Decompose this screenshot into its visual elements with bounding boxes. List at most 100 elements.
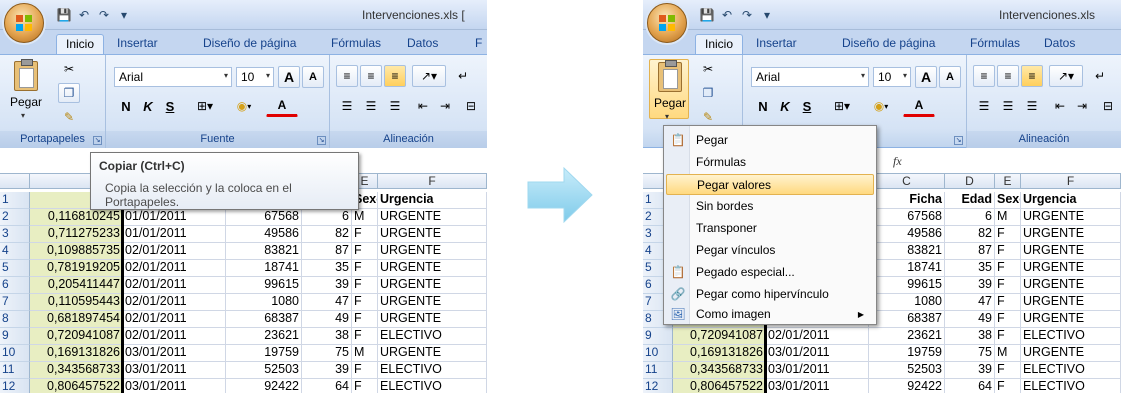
table-cell[interactable]: 18741: [226, 260, 302, 277]
table-cell[interactable]: Ficha: [869, 192, 945, 209]
paste-button[interactable]: Pegar ▾: [6, 59, 46, 120]
table-cell[interactable]: URGENTE: [378, 277, 487, 294]
office-button[interactable]: [647, 3, 687, 43]
table-cell[interactable]: URGENTE: [378, 345, 487, 362]
table-cell[interactable]: 75: [302, 345, 352, 362]
fx-icon[interactable]: fx: [893, 154, 902, 169]
table-cell[interactable]: 02/01/2011: [123, 277, 226, 294]
font-name-box[interactable]: Arial ▾: [751, 67, 869, 87]
redo-icon[interactable]: ↷: [739, 7, 755, 23]
align-right-button[interactable]: ☰: [384, 95, 406, 117]
table-cell[interactable]: M: [995, 209, 1021, 226]
row-header[interactable]: 9: [0, 328, 30, 345]
font-size-box[interactable]: 10 ▾: [236, 67, 274, 87]
table-cell[interactable]: 49586: [226, 226, 302, 243]
table-cell[interactable]: 39: [302, 362, 352, 379]
table-cell[interactable]: 01/01/2011: [123, 209, 226, 226]
align-center-button[interactable]: ☰: [997, 95, 1019, 117]
table-cell[interactable]: 38: [302, 328, 352, 345]
menu-item-transponer[interactable]: Transponer: [666, 218, 874, 239]
orientation-button[interactable]: ↗▾: [412, 65, 446, 87]
table-cell[interactable]: 52503: [226, 362, 302, 379]
table-cell[interactable]: URGENTE: [1021, 345, 1121, 362]
table-cell[interactable]: ELECTIVO: [1021, 362, 1121, 379]
table-cell[interactable]: F: [352, 328, 378, 345]
font-launcher[interactable]: ↘: [317, 136, 326, 145]
clipboard-launcher[interactable]: ↘: [93, 136, 102, 145]
table-cell[interactable]: F: [352, 362, 378, 379]
italic-button[interactable]: K: [775, 95, 795, 117]
table-cell[interactable]: 0,169131826: [673, 345, 766, 362]
table-cell[interactable]: URGENTE: [1021, 226, 1121, 243]
table-cell[interactable]: 82: [302, 226, 352, 243]
tab-inicio[interactable]: Inicio: [695, 34, 744, 54]
table-cell[interactable]: 03/01/2011: [123, 345, 226, 362]
table-cell[interactable]: 68387: [869, 311, 945, 328]
table-cell[interactable]: 35: [945, 260, 995, 277]
table-cell[interactable]: F: [995, 260, 1021, 277]
menu-item-formulas[interactable]: Fórmulas: [666, 152, 874, 173]
table-cell[interactable]: Urgencia: [1021, 192, 1121, 209]
table-cell[interactable]: 64: [302, 379, 352, 393]
table-cell[interactable]: 0,781919205: [30, 260, 123, 277]
table-cell[interactable]: 02/01/2011: [123, 243, 226, 260]
align-middle-button[interactable]: ≡: [360, 65, 382, 87]
format-painter-button[interactable]: ✎: [58, 107, 80, 127]
table-cell[interactable]: 03/01/2011: [123, 362, 226, 379]
table-cell[interactable]: 0,681897454: [30, 311, 123, 328]
tab-insertar[interactable]: Insertar: [747, 34, 806, 54]
row-header[interactable]: 6: [0, 277, 30, 294]
menu-item-como-imagen[interactable]: 🖼 Como imagen ▶: [666, 304, 874, 325]
table-cell[interactable]: 87: [945, 243, 995, 260]
align-top-button[interactable]: ≡: [336, 65, 358, 87]
fill-color-button[interactable]: ◉ ▾: [865, 95, 897, 117]
table-cell[interactable]: 35: [302, 260, 352, 277]
table-cell[interactable]: 67568: [226, 209, 302, 226]
column-header-D[interactable]: D: [945, 174, 995, 189]
table-cell[interactable]: 49: [302, 311, 352, 328]
table-cell[interactable]: 47: [302, 294, 352, 311]
table-cell[interactable]: F: [995, 311, 1021, 328]
row-header[interactable]: 3: [0, 226, 30, 243]
table-cell[interactable]: 1080: [869, 294, 945, 311]
table-cell[interactable]: M: [995, 345, 1021, 362]
shrink-font-button[interactable]: A: [939, 66, 961, 88]
table-cell[interactable]: URGENTE: [1021, 243, 1121, 260]
tab-diseno-pagina[interactable]: Diseño de página: [833, 34, 944, 54]
table-cell[interactable]: 18741: [869, 260, 945, 277]
table-cell[interactable]: M: [352, 209, 378, 226]
tab-insertar[interactable]: Insertar: [108, 34, 167, 54]
wrap-text-button[interactable]: ↵: [1089, 65, 1111, 87]
copy-button[interactable]: ❐: [697, 83, 719, 103]
align-center-button[interactable]: ☰: [360, 95, 382, 117]
increase-indent-button[interactable]: ⇥: [434, 95, 456, 117]
table-cell[interactable]: F: [995, 294, 1021, 311]
row-header[interactable]: 12: [643, 379, 673, 393]
table-cell[interactable]: 03/01/2011: [123, 379, 226, 393]
table-cell[interactable]: 03/01/2011: [766, 379, 869, 393]
table-cell[interactable]: 49: [945, 311, 995, 328]
tab-datos[interactable]: Datos: [1035, 34, 1084, 54]
table-cell[interactable]: ELECTIVO: [378, 362, 487, 379]
table-cell[interactable]: F: [995, 277, 1021, 294]
column-header-C[interactable]: C: [869, 174, 945, 189]
table-cell[interactable]: 23621: [869, 328, 945, 345]
table-cell[interactable]: 49586: [869, 226, 945, 243]
wrap-text-button[interactable]: ↵: [452, 65, 474, 87]
table-cell[interactable]: 82: [945, 226, 995, 243]
undo-icon[interactable]: ↶: [719, 7, 735, 23]
increase-indent-button[interactable]: ⇥: [1071, 95, 1093, 117]
table-cell[interactable]: 0,720941087: [673, 328, 766, 345]
table-cell[interactable]: 83821: [226, 243, 302, 260]
table-cell[interactable]: F: [352, 260, 378, 277]
table-cell[interactable]: 02/01/2011: [123, 311, 226, 328]
row-header[interactable]: 10: [643, 345, 673, 362]
table-cell[interactable]: 0,806457522: [30, 379, 123, 393]
align-left-button[interactable]: ☰: [336, 95, 358, 117]
align-top-button[interactable]: ≡: [973, 65, 995, 87]
menu-item-pegar[interactable]: 📋 Pegar: [666, 130, 874, 151]
borders-button[interactable]: ⊞▾: [190, 95, 220, 117]
font-launcher[interactable]: ↘: [954, 136, 963, 145]
column-header-E[interactable]: E: [995, 174, 1021, 189]
table-cell[interactable]: 6: [945, 209, 995, 226]
